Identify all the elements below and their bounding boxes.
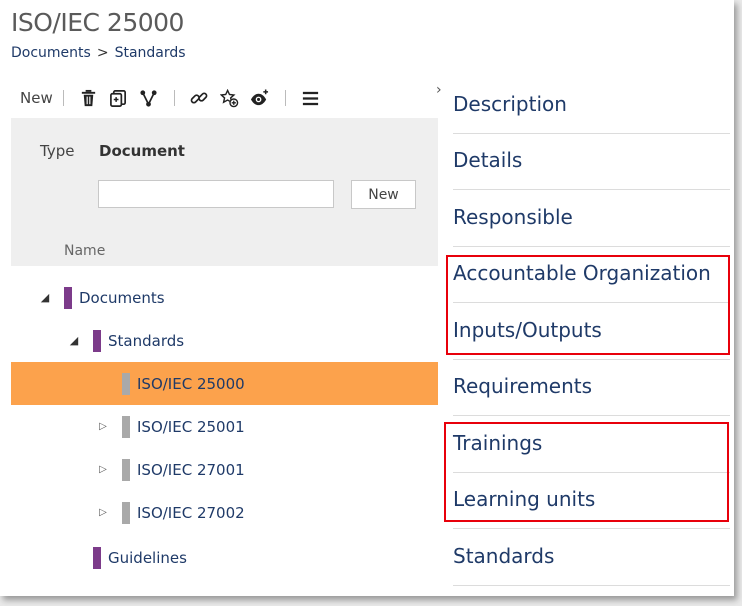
collapsed-triangle-icon[interactable]: ▷ <box>97 507 109 518</box>
name-column-header[interactable]: Name <box>64 243 105 259</box>
tree-item-label: ISO/IEC 25000 <box>137 374 245 393</box>
document-marker <box>122 501 130 524</box>
type-filter-input[interactable] <box>98 180 334 208</box>
tree-item-iso-iec-25001[interactable]: ▷ ISO/IEC 25001 <box>11 405 438 448</box>
document-marker <box>122 458 130 481</box>
folder-marker <box>64 286 72 309</box>
section-responsible[interactable]: Responsible <box>453 191 730 247</box>
highlight-box-trainings <box>444 422 729 522</box>
tree-item-iso-iec-25000[interactable]: ISO/IEC 25000 <box>11 362 438 405</box>
hierarchy-icon[interactable] <box>138 87 160 109</box>
highlight-box-organization-io <box>446 255 730 355</box>
tree-item-iso-iec-27002[interactable]: ▷ ISO/IEC 27002 <box>11 491 438 534</box>
filter-new-button[interactable]: New <box>351 180 416 209</box>
tree-item-documents[interactable]: ◢ Documents <box>11 276 438 319</box>
collapse-panel-icon[interactable]: › <box>436 82 442 98</box>
collapsed-triangle-icon[interactable]: ▷ <box>97 464 109 475</box>
copy-icon[interactable] <box>108 87 130 109</box>
expanded-triangle-icon[interactable]: ◢ <box>68 334 80 347</box>
expanded-triangle-icon[interactable]: ◢ <box>39 291 51 304</box>
section-standards[interactable]: Standards <box>453 530 730 586</box>
tree-item-standards[interactable]: ◢ Standards <box>11 319 438 362</box>
tree-item-label: Standards <box>108 331 185 350</box>
tree-item-label: ISO/IEC 25001 <box>137 417 245 436</box>
document-marker <box>122 372 130 395</box>
toolbar-separator <box>62 90 64 106</box>
section-requirements[interactable]: Requirements <box>453 360 730 416</box>
tree-item-iso-iec-27001[interactable]: ▷ ISO/IEC 27001 <box>11 448 438 491</box>
section-details[interactable]: Details <box>453 134 730 190</box>
type-value: Document <box>99 142 185 160</box>
toolbar-separator <box>284 90 286 106</box>
tree-item-label: ISO/IEC 27002 <box>137 503 245 522</box>
tree-item-label: Documents <box>79 288 165 307</box>
link-icon[interactable] <box>189 87 211 109</box>
tree-item-label: Guidelines <box>108 548 187 567</box>
type-label: Type <box>40 142 75 160</box>
tree-item-guidelines[interactable]: Guidelines <box>11 536 438 579</box>
collapsed-triangle-icon[interactable]: ▷ <box>97 421 109 432</box>
delete-icon[interactable] <box>78 87 100 109</box>
tree-item-label: ISO/IEC 27001 <box>137 460 245 479</box>
folder-marker <box>93 329 101 352</box>
page-title: ISO/IEC 25000 <box>11 8 184 37</box>
toolbar: New <box>11 78 438 118</box>
folder-marker <box>93 546 101 569</box>
watch-icon[interactable] <box>249 87 271 109</box>
breadcrumb-documents[interactable]: Documents <box>11 45 91 61</box>
favorite-add-icon[interactable] <box>219 87 241 109</box>
breadcrumb: Documents > Standards <box>11 45 186 61</box>
section-description[interactable]: Description <box>453 78 730 134</box>
left-panel: New Type Document New Name ◢ Documents ◢… <box>11 78 438 596</box>
breadcrumb-standards[interactable]: Standards <box>115 45 186 61</box>
menu-icon[interactable] <box>300 87 322 109</box>
breadcrumb-separator: > <box>96 45 109 61</box>
document-marker <box>122 415 130 438</box>
window: ISO/IEC 25000 Documents > Standards New <box>0 0 734 596</box>
toolbar-separator <box>173 90 175 106</box>
new-button[interactable]: New <box>20 89 53 107</box>
